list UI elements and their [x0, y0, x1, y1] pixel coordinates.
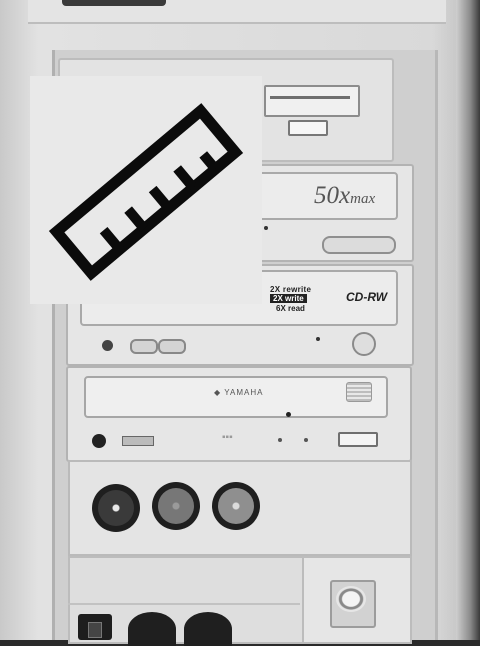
- ruler-icon-overlay: [30, 76, 262, 304]
- drive-3-brand: YAMAHA: [224, 388, 264, 397]
- drive-1-speed: 50x: [314, 182, 351, 209]
- drive-3-indicator-dot: [286, 412, 291, 417]
- disc-logo-icon: [346, 382, 372, 402]
- drive-2-button-b: [158, 339, 186, 354]
- top-slot: [62, 0, 166, 6]
- drive-3-headphone-jack: [92, 434, 106, 448]
- port-1: [92, 484, 140, 532]
- drive-2-activity-led: [102, 340, 113, 351]
- case-side-edge: [456, 0, 480, 640]
- drive-2-eject-knob: [352, 332, 376, 356]
- drive-2-write-label: 2X write: [270, 294, 307, 303]
- port-3: [212, 482, 260, 530]
- drive-3-logo: ▪▪▪: [222, 432, 233, 443]
- drive-3-led-1: [278, 438, 282, 442]
- ruler-icon: [48, 103, 244, 281]
- port-2: [152, 482, 200, 530]
- power-switch-rocker: [88, 622, 102, 638]
- round-button-1: [128, 612, 176, 646]
- lower-panel-divider: [68, 603, 300, 605]
- drive-1-eject-button: [322, 236, 396, 254]
- drive-1-speed-label: 50xmax: [314, 182, 375, 210]
- intel-logo-icon: [336, 586, 366, 612]
- drive-3-led-2: [304, 438, 308, 442]
- drive-3-tray: [84, 376, 388, 418]
- floppy-eject-button: [288, 120, 328, 136]
- floppy-slot: [264, 85, 360, 117]
- round-button-2: [184, 612, 232, 646]
- drive-2-read-label: 6X read: [276, 304, 305, 313]
- drive-3-volume-slider: [122, 436, 154, 446]
- drive-1-indicator-dot: [264, 226, 268, 230]
- drive-2-rewrite-label: 2X rewrite: [270, 285, 312, 294]
- floppy-slot-shutter: [270, 96, 350, 99]
- drive-2-pinhole: [316, 337, 320, 341]
- drive-2-button-a: [130, 339, 158, 354]
- drive-3-eject-button: [338, 432, 378, 447]
- drive-1-speed-suffix: max: [350, 191, 376, 207]
- drive-3-brand-label: ◆ YAMAHA: [214, 388, 264, 397]
- drive-2-format-label: CD-RW: [346, 290, 388, 304]
